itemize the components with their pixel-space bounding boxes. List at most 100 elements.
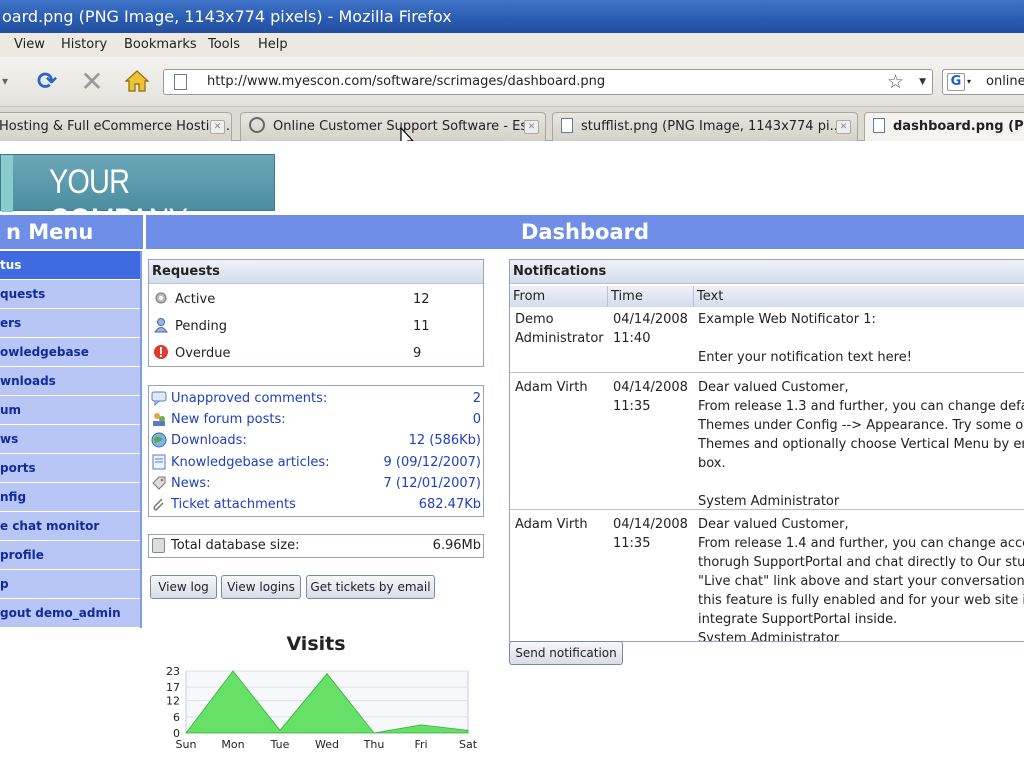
tag-icon [152,476,166,490]
dashboard-header: Dashboard [146,215,1024,249]
sidebar-item-knowledgebase[interactable]: owledgebase [0,338,140,367]
sidebar-item-status[interactable]: tus [0,251,140,280]
stat-row-forum-posts[interactable]: New forum posts: 0 [149,409,483,430]
column-header-time[interactable]: Time [608,286,694,307]
stat-value: 2 [472,391,481,406]
stat-label: News: [171,476,211,491]
sidebar-item-logout[interactable]: gout demo_admin [0,599,140,628]
request-row-pending[interactable]: Pending [153,316,227,338]
url-bar[interactable]: http://www.myescon.com/software/scrimage… [163,69,933,95]
tab-stufflist[interactable]: stufflist.png (PNG Image, 1143x774 pi...… [552,112,858,141]
database-size-value: 6.96Mb [432,538,481,553]
tab-dashboard[interactable]: dashboard.png (PN [864,112,1024,142]
requests-panel: Requests Active 12 Pending 11 Overdue 9 [148,259,484,367]
stat-value: 0 [472,412,481,427]
window-title: oard.png (PNG Image, 1143x774 pixels) - … [2,7,452,26]
sidebar-item-config[interactable]: nfig [0,483,140,512]
x-tick-label: Sat [459,738,478,751]
requests-title: Requests [149,260,483,284]
request-label: Active [175,292,216,307]
x-tick-label: Tue [270,738,290,751]
page-icon [174,74,187,90]
window-titlebar: oard.png (PNG Image, 1143x774 pixels) - … [0,0,1024,33]
stat-row-unapproved-comments[interactable]: Unapproved comments: 2 [149,388,483,409]
comment-icon [151,391,167,406]
database-size-panel: Total database size: 6.96Mb [148,534,484,558]
request-label: Pending [175,319,227,334]
menu-history[interactable]: History [61,33,107,57]
notification-from: Adam Virth [515,380,588,395]
stat-row-downloads[interactable]: Downloads: 12 (586Kb) [149,430,483,451]
close-tab-icon[interactable]: ✕ [836,120,851,134]
x-tick-label: Sun [176,738,197,751]
page-content: YOUR COMPANY n Menu Dashboard tus quests… [0,141,1024,768]
paperclip-icon [153,498,164,511]
stop-icon[interactable]: ✕ [77,65,107,98]
url-dropdown-icon[interactable]: ▼ [919,70,926,94]
menu-tools[interactable]: Tools [208,33,240,57]
column-header-from[interactable]: From [510,286,608,307]
stat-row-ticket-attachments[interactable]: Ticket attachments 682.47Kb [149,494,483,515]
home-icon[interactable] [122,66,152,96]
stat-value: 9 (09/12/2007) [383,455,481,470]
sidebar-item-forum[interactable]: um [0,396,140,425]
data-point [467,729,469,731]
stat-row-knowledgebase[interactable]: Knowledgebase articles: 9 (09/12/2007) [149,452,483,473]
search-input[interactable]: online [986,70,1024,94]
data-point [185,732,187,734]
view-log-button[interactable]: View log [150,575,217,599]
sidebar-item-news[interactable]: ws [0,425,140,454]
tab-online-customer-support[interactable]: Online Customer Support Software - Es...… [240,112,546,141]
request-row-overdue[interactable]: Overdue [153,343,231,365]
search-engine-dropdown-icon[interactable]: ▾ [967,70,971,94]
stat-label: Downloads: [171,433,247,448]
notification-row[interactable]: Adam Virth 04/14/2008 11:35 Dear valued … [510,373,1024,510]
url-text[interactable]: http://www.myescon.com/software/scrimage… [207,70,605,94]
sidebar-item-users[interactable]: ers [0,309,140,338]
tab-label: Hosting & Full eCommerce Hosting... [0,119,232,134]
back-dropdown-icon[interactable]: ▾ [0,66,16,96]
gear-icon [155,292,167,304]
tab-hosting[interactable]: Hosting & Full eCommerce Hosting... ✕ [0,112,232,141]
get-tickets-by-email-button[interactable]: Get tickets by email [306,575,435,599]
view-logins-button[interactable]: View logins [221,575,301,599]
visits-chart: Visits 0 6 12 17 23 Sun Mon Tue Wed Thu Fri Sat [148,629,484,764]
google-search-engine-icon[interactable]: G [947,73,965,91]
stat-row-news[interactable]: News: 7 (12/01/2007) [149,473,483,494]
request-value: 11 [413,319,430,334]
request-label: Overdue [175,346,231,361]
notification-time: 04/14/2008 11:35 [613,380,688,414]
y-tick-label: 12 [166,695,180,708]
globe-icon [151,432,167,448]
menu-help[interactable]: Help [258,33,288,57]
close-tab-icon[interactable]: ✕ [210,120,225,134]
tab-label: dashboard.png (PN [893,119,1024,134]
bookmark-star-icon[interactable]: ☆ [887,70,904,94]
data-point [420,724,422,726]
x-tick-label: Mon [221,738,244,751]
tab-label: stufflist.png (PNG Image, 1143x774 pi... [581,119,842,134]
sidebar-item-downloads[interactable]: wnloads [0,367,140,396]
notification-row[interactable]: Adam Virth 04/14/2008 11:35 Dear valued … [510,510,1024,641]
send-notification-button[interactable]: Send notification [509,641,623,665]
column-header-text[interactable]: Text [694,286,1024,307]
user-icon [154,318,168,333]
menu-bookmarks[interactable]: Bookmarks [124,33,197,57]
close-tab-icon[interactable]: ✕ [524,120,539,134]
logo-mark [1,155,13,212]
sidebar-item-requests[interactable]: quests [0,280,140,309]
notification-text: Dear valued Customer, From release 1.3 a… [698,380,1024,509]
notification-row[interactable]: Demo Administrator 04/14/2008 11:40 Exam… [510,307,1024,373]
request-row-active[interactable]: Active [153,289,215,311]
reload-icon[interactable]: ⟳ [32,66,62,96]
sidebar-item-profile[interactable]: profile [0,541,140,570]
sidebar-item-help[interactable]: p [0,570,140,599]
y-tick-label: 6 [173,711,180,724]
sidebar-item-live-chat-monitor[interactable]: e chat monitor [0,512,140,541]
y-tick-label: 17 [166,681,180,694]
menu-view[interactable]: View [14,33,45,57]
stat-value: 682.47Kb [418,497,481,512]
alert-icon [154,345,168,359]
search-bar[interactable]: G ▾ online [942,69,1024,95]
sidebar-item-reports[interactable]: ports [0,454,140,483]
